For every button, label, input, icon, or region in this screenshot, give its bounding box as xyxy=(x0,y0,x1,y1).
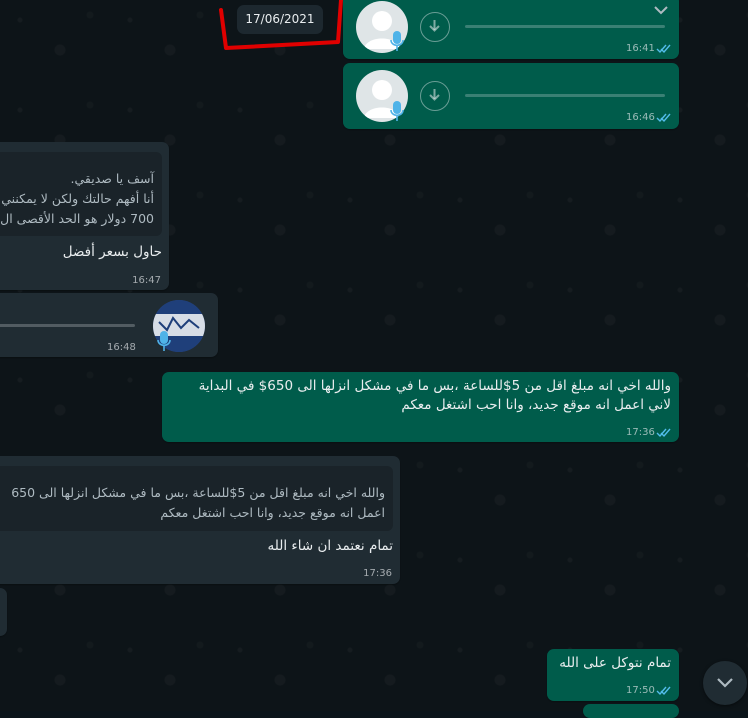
voice-message-1[interactable]: 16:41 xyxy=(343,0,679,59)
message-time: 16:41 xyxy=(626,43,655,54)
mic-icon xyxy=(157,331,171,351)
download-icon[interactable] xyxy=(420,12,450,42)
message-time: 17:50 xyxy=(626,685,655,696)
voice-message-2[interactable]: 16:46 xyxy=(343,63,679,129)
voice-progress-track[interactable] xyxy=(465,94,665,97)
quote-line-2: أنا أفهم حالتك ولكن لا يمكنني xyxy=(1,191,154,206)
incoming-reply-message-2[interactable]: والله اخي انه مبلغ اقل من 5$للساعة ،بس م… xyxy=(0,456,400,584)
message-line-1: والله اخي انه مبلغ اقل من 5$للساعة ،بس م… xyxy=(198,378,671,394)
message-time: 17:36 xyxy=(363,568,392,579)
incoming-voice-message[interactable]: 16:48 xyxy=(0,293,218,357)
outgoing-text-message-2[interactable]: تمام نتوكل على الله 17:50 xyxy=(547,649,679,701)
partial-outgoing-message[interactable] xyxy=(583,704,679,718)
message-time: 17:36 xyxy=(626,427,655,438)
outgoing-text-message[interactable]: والله اخي انه مبلغ اقل من 5$للساعة ،بس م… xyxy=(162,372,679,442)
message-time: 16:46 xyxy=(626,112,655,123)
mic-icon xyxy=(390,101,404,121)
partial-incoming-message[interactable] xyxy=(0,588,7,636)
quote-line-3: 700 دولار هو الحد الأقصى ال xyxy=(0,211,154,226)
scroll-to-bottom-button[interactable] xyxy=(703,661,747,705)
chevron-down-icon[interactable] xyxy=(653,4,669,16)
download-icon[interactable] xyxy=(420,81,450,111)
date-separator: 17/06/2021 xyxy=(237,5,323,34)
message-line-2: لاني اعمل انه موقع جديد، وانا احب اشتغل … xyxy=(401,397,671,413)
quote-line-1: والله اخي انه مبلغ اقل من 5$للساعة ،بس م… xyxy=(11,485,385,500)
quoted-message[interactable]: آسف يا صديقي. أنا أفهم حالتك ولكن لا يمك… xyxy=(0,152,162,236)
mic-icon xyxy=(390,31,404,51)
double-check-icon xyxy=(656,44,671,54)
message-text: تمام نعتمد ان شاء الله xyxy=(267,538,393,554)
double-check-icon xyxy=(656,428,671,438)
message-text: حاول بسعر أفضل xyxy=(62,244,162,260)
quote-line-2: اعمل انه موقع جديد، وانا احب اشتغل معكم xyxy=(160,505,385,520)
double-check-icon xyxy=(656,686,671,696)
double-check-icon xyxy=(656,113,671,123)
incoming-reply-message-1[interactable]: آسف يا صديقي. أنا أفهم حالتك ولكن لا يمك… xyxy=(0,142,169,290)
message-time: 16:48 xyxy=(107,342,136,353)
chevron-down-icon xyxy=(717,678,733,688)
quote-line-1: آسف يا صديقي. xyxy=(70,171,155,186)
voice-progress-track[interactable] xyxy=(465,25,665,28)
quoted-message[interactable]: والله اخي انه مبلغ اقل من 5$للساعة ،بس م… xyxy=(0,466,393,531)
voice-progress-track[interactable] xyxy=(0,324,135,327)
message-text: تمام نتوكل على الله xyxy=(559,655,671,671)
message-time: 16:47 xyxy=(132,275,161,286)
